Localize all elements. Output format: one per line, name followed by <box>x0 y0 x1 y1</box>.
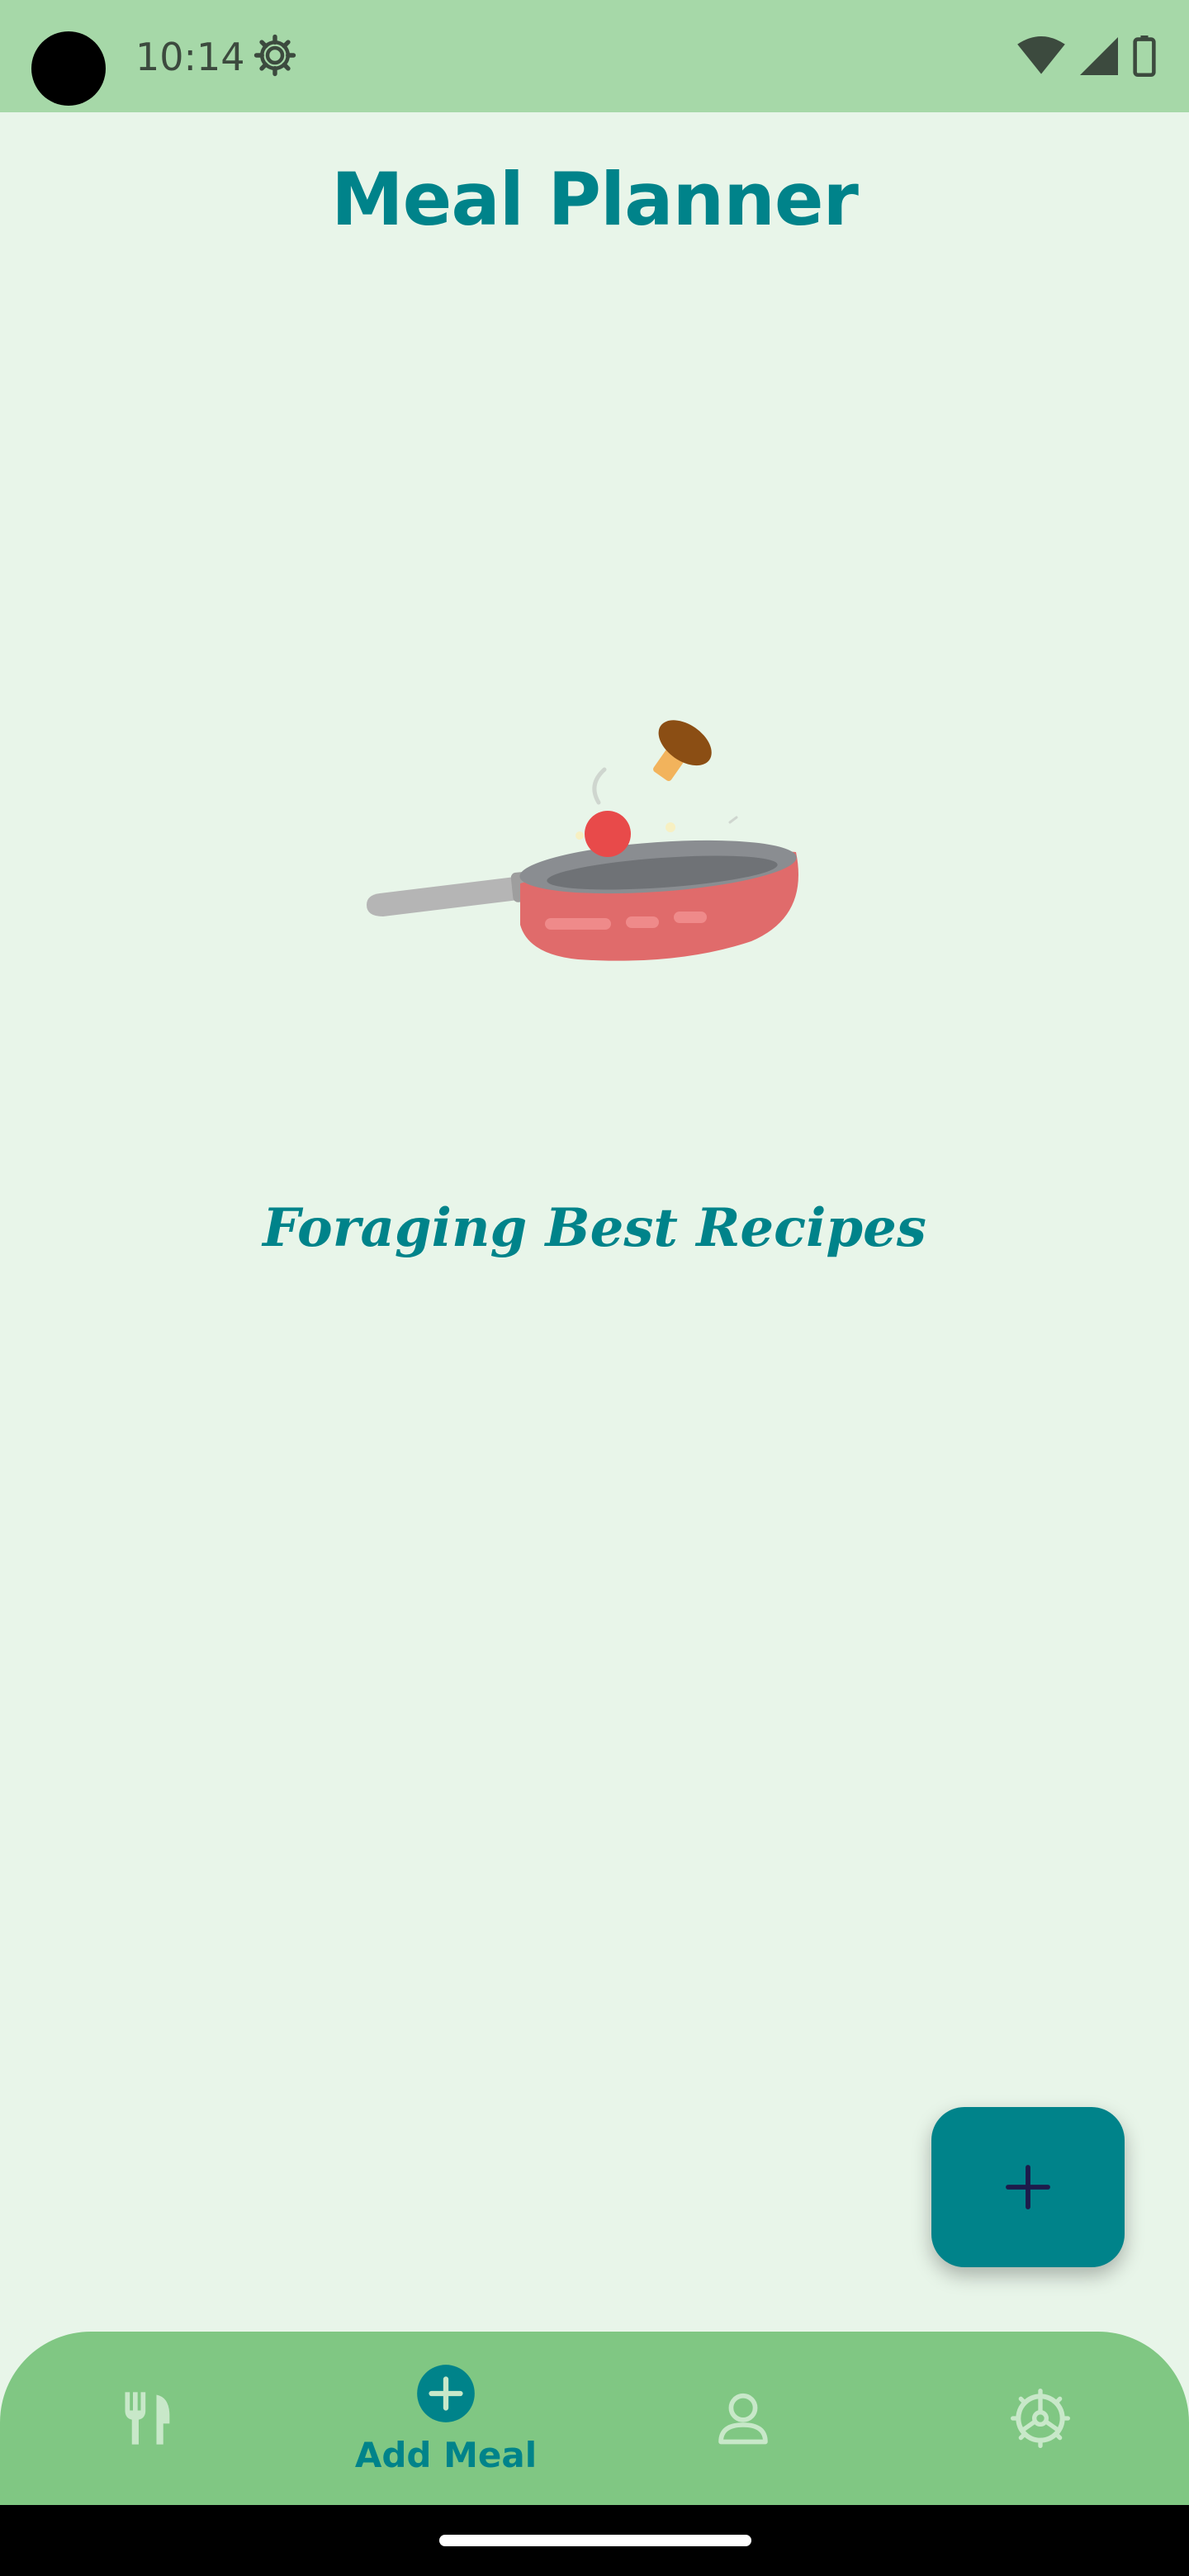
nav-item-profile[interactable] <box>619 2332 867 2505</box>
settings-status-icon <box>253 34 296 77</box>
status-icons <box>1017 33 1156 79</box>
tagline: Foraging Best Recipes <box>263 1197 926 1259</box>
nav-item-settings[interactable] <box>917 2332 1164 2505</box>
add-circle-icon <box>417 2364 475 2422</box>
bottom-navigation: Add Meal <box>0 2332 1189 2505</box>
status-time: 10:14 <box>135 35 245 79</box>
nav-item-add-meal[interactable]: Add Meal <box>322 2332 570 2505</box>
signal-icon <box>1080 37 1118 75</box>
nav-item-meals[interactable] <box>25 2332 272 2505</box>
home-indicator[interactable] <box>439 2535 751 2546</box>
wifi-icon <box>1017 36 1065 74</box>
status-bar: 10:14 <box>0 0 1189 112</box>
plus-icon <box>1006 2165 1050 2209</box>
battery-icon <box>1133 36 1156 77</box>
profile-icon <box>718 2393 768 2445</box>
camera-cutout <box>31 31 106 106</box>
nav-item-label: Add Meal <box>354 2434 538 2475</box>
system-navigation-bar <box>0 2505 1189 2576</box>
utensils-icon <box>125 2392 170 2445</box>
add-fab-button[interactable] <box>931 2107 1125 2267</box>
page-title: Meal Planner <box>331 157 859 242</box>
settings-icon <box>1011 2389 1070 2448</box>
frying-pan-illustration <box>367 720 798 961</box>
